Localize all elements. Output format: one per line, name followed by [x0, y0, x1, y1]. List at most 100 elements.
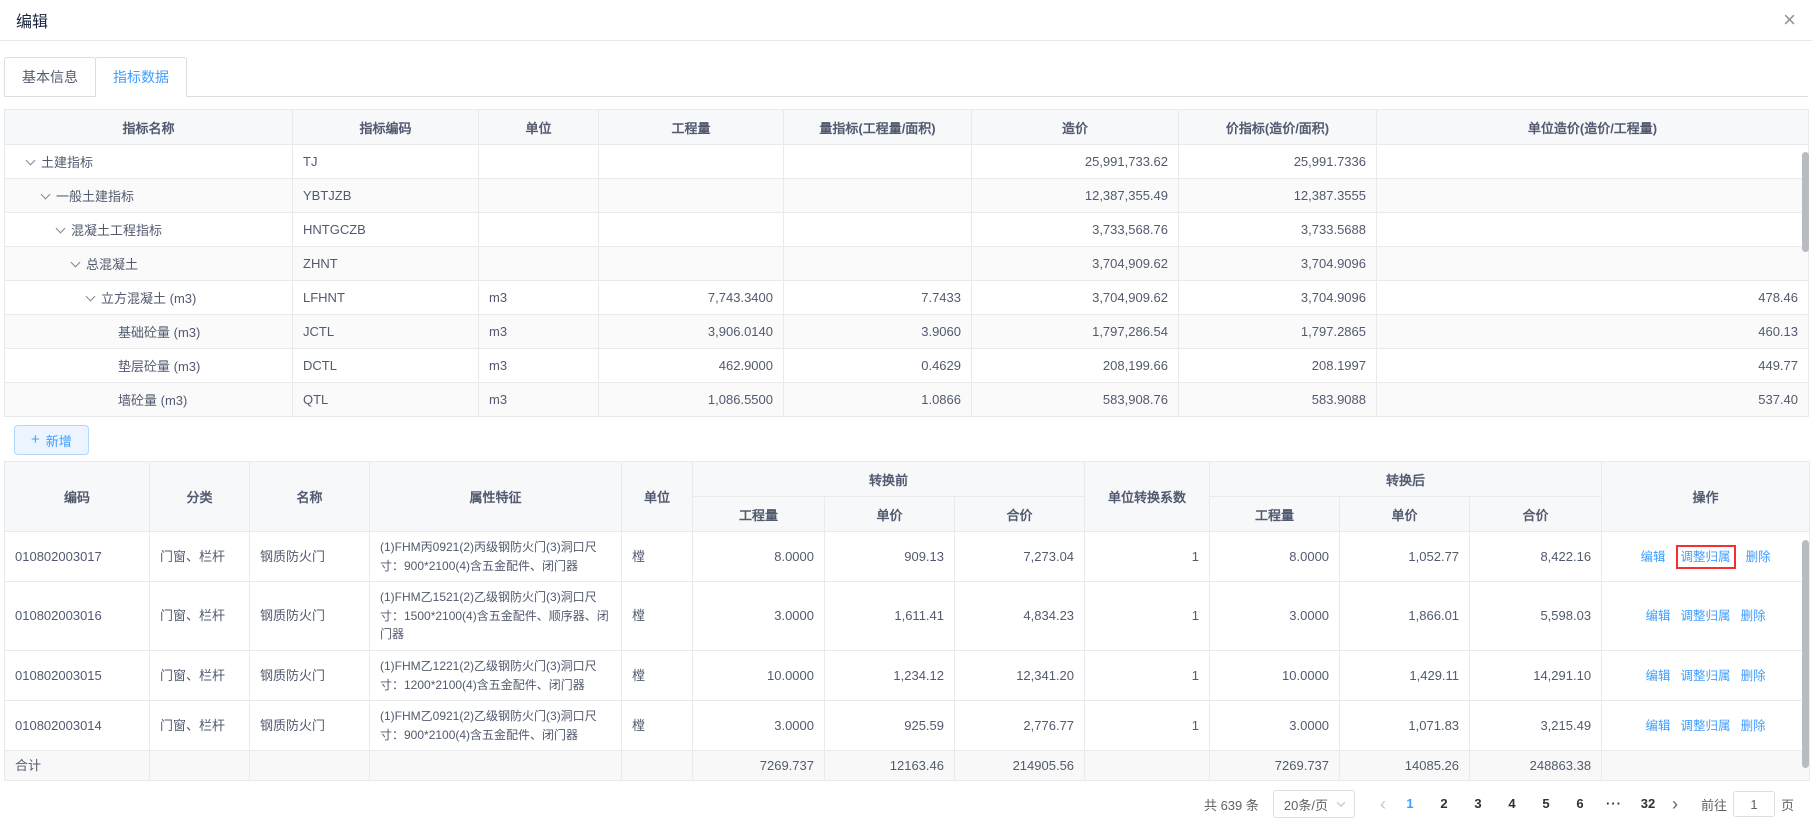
- cell-code: YBTJZB: [292, 178, 479, 213]
- cell-unit: 樘: [621, 700, 693, 752]
- col-cost: 造价: [971, 109, 1179, 145]
- edit-link[interactable]: 编辑: [1641, 550, 1666, 564]
- total-row: 合计 7269.737 12163.46 214905.56 7269.737 …: [4, 750, 1811, 782]
- detail-table-scrollbar[interactable]: [1802, 540, 1809, 768]
- chevron-down-icon: [1336, 798, 1346, 808]
- chevron-down-icon[interactable]: [55, 223, 66, 233]
- edit-link[interactable]: 编辑: [1646, 669, 1671, 683]
- chevron-down-icon[interactable]: [85, 291, 96, 301]
- col-before-quantity: 工程量: [692, 496, 825, 532]
- cell-factor: 1: [1084, 581, 1211, 651]
- cell-category: 门窗、栏杆: [149, 581, 250, 651]
- cell-quantity_index: [783, 144, 972, 179]
- tab-indicator-data[interactable]: 指标数据: [95, 57, 187, 97]
- cell-cost_index: 3,704.9096: [1178, 246, 1377, 281]
- col-before-unit-price: 单价: [824, 496, 955, 532]
- cell-cost: 3,733,568.76: [971, 212, 1179, 247]
- page-size-select[interactable]: 20条/页: [1272, 790, 1355, 819]
- cell-after-unit-price: 1,052.77: [1339, 530, 1471, 583]
- adjust-attribution-link[interactable]: 调整归属: [1681, 669, 1731, 683]
- col-name: 名称: [249, 461, 370, 532]
- indicator-table-scrollbar[interactable]: [1802, 152, 1809, 252]
- page-size-value: 20条/页: [1283, 797, 1328, 813]
- indicator-name: 垫层砼量 (m3): [118, 359, 201, 374]
- page-number-list: 1 2 3 4 5 6 ··· 32: [1393, 790, 1665, 818]
- cell-before-unit-price: 1,611.41: [824, 581, 955, 651]
- cell-unit_cost: 460.13: [1376, 314, 1809, 349]
- add-button-label: 新增: [45, 433, 72, 449]
- tab-basic-info[interactable]: 基本信息: [4, 57, 96, 96]
- goto-page-input[interactable]: [1732, 791, 1775, 818]
- cell-quantity: 7,743.3400: [598, 280, 784, 315]
- delete-link[interactable]: 删除: [1741, 609, 1766, 623]
- total-empty-name: [249, 750, 370, 782]
- cell-cost: 12,387,355.49: [971, 178, 1179, 213]
- page-number[interactable]: 6: [1565, 790, 1595, 818]
- page-number[interactable]: 2: [1429, 790, 1459, 818]
- cell-unit: [478, 246, 599, 281]
- cell-after-quantity: 8.0000: [1209, 530, 1341, 583]
- indicator-name-cell: 总混凝土: [4, 246, 293, 281]
- col-quantity-index: 量指标(工程量/面积): [783, 109, 972, 145]
- add-button[interactable]: + 新增: [14, 425, 89, 455]
- cell-code: DCTL: [292, 348, 479, 383]
- edit-link[interactable]: 编辑: [1646, 609, 1671, 623]
- cell-quantity: 3,906.0140: [598, 314, 784, 349]
- cell-name: 钢质防火门: [249, 581, 370, 651]
- chevron-down-icon[interactable]: [70, 257, 81, 267]
- cell-cost: 25,991,733.62: [971, 144, 1179, 179]
- cell-unit: [478, 144, 599, 179]
- delete-link[interactable]: 删除: [1746, 550, 1771, 564]
- cell-after-quantity: 3.0000: [1209, 581, 1341, 651]
- cell-unit_cost: [1376, 246, 1809, 281]
- indicator-name-cell: 一般土建指标: [4, 178, 293, 213]
- chevron-down-icon[interactable]: [40, 189, 51, 199]
- cell-cost_index: 25,991.7336: [1178, 144, 1377, 179]
- cell-quantity: 462.9000: [598, 348, 784, 383]
- cell-quantity_index: [783, 178, 972, 213]
- indicator-name-cell: 混凝土工程指标: [4, 212, 293, 247]
- cell-quantity: [598, 246, 784, 281]
- cell-unit: [478, 178, 599, 213]
- next-page-button[interactable]: ›: [1665, 790, 1685, 818]
- adjust-attribution-link[interactable]: 调整归属: [1681, 719, 1731, 733]
- page-number[interactable]: 32: [1633, 790, 1663, 818]
- chevron-down-icon[interactable]: [25, 155, 36, 165]
- edit-link[interactable]: 编辑: [1646, 719, 1671, 733]
- total-empty-unit: [621, 750, 693, 782]
- cell-unit: 樘: [621, 530, 693, 583]
- indicator-name-cell: 立方混凝土 (m3): [4, 280, 293, 315]
- page-ellipsis[interactable]: ···: [1599, 790, 1629, 818]
- adjust-attribution-link[interactable]: 调整归属: [1681, 609, 1731, 623]
- cell-cost_index: 583.9088: [1178, 382, 1377, 417]
- indicator-name: 土建指标: [41, 155, 94, 170]
- col-actions: 操作: [1601, 461, 1811, 532]
- cell-after-unit-price: 1,866.01: [1339, 581, 1471, 651]
- indicator-row: 一般土建指标 YBTJZB 12,387,355.49 12,387.3555: [4, 178, 1809, 213]
- adjust-attribution-link[interactable]: 调整归属: [1675, 544, 1736, 569]
- delete-link[interactable]: 删除: [1741, 719, 1766, 733]
- indicator-name-cell: 墙砼量 (m3): [4, 382, 293, 417]
- indicator-row: 基础砼量 (m3) JCTL m3 3,906.0140 3.9060 1,797,286…: [4, 314, 1809, 349]
- indicator-name: 基础砼量 (m3): [118, 325, 201, 340]
- indicator-row: 墙砼量 (m3) QTL m3 1,086.5500 1.0866 583,908.76 5…: [4, 382, 1809, 417]
- cell-after-total-price: 3,215.49: [1469, 700, 1603, 752]
- close-icon[interactable]: ×: [1783, 9, 1796, 31]
- indicator-row: 总混凝土 ZHNT 3,704,909.62 3,704.9096: [4, 246, 1809, 281]
- detail-row: 010802003016 门窗、栏杆 钢质防火门 (1)FHM乙1521(2)乙级钢防…: [4, 581, 1811, 651]
- cell-actions: 编辑 调整归属 删除: [1601, 649, 1811, 702]
- page-number[interactable]: 4: [1497, 790, 1527, 818]
- tab-bar: 基本信息 指标数据: [4, 57, 1808, 97]
- page-number[interactable]: 3: [1463, 790, 1493, 818]
- indicator-name-cell: 垫层砼量 (m3): [4, 348, 293, 383]
- prev-page-button[interactable]: ‹: [1373, 790, 1393, 818]
- indicator-table: 指标名称 指标编码 单位 工程量 量指标(工程量/面积) 造价 价指标(造价/面…: [4, 109, 1809, 417]
- col-cost-index: 价指标(造价/面积): [1178, 109, 1377, 145]
- delete-link[interactable]: 删除: [1741, 669, 1766, 683]
- cell-quantity: [598, 212, 784, 247]
- page-number[interactable]: 5: [1531, 790, 1561, 818]
- pagination: 共 639 条 20条/页 ‹ 123456···32 › 前往 页: [4, 790, 1808, 819]
- page-number[interactable]: 1: [1395, 790, 1425, 818]
- cell-actions: 编辑 调整归属 删除: [1601, 581, 1811, 651]
- detail-table: 编码 分类 名称 属性特征 单位 转换前 单位转换系数 转换后 操作 工程量 单…: [4, 461, 1811, 782]
